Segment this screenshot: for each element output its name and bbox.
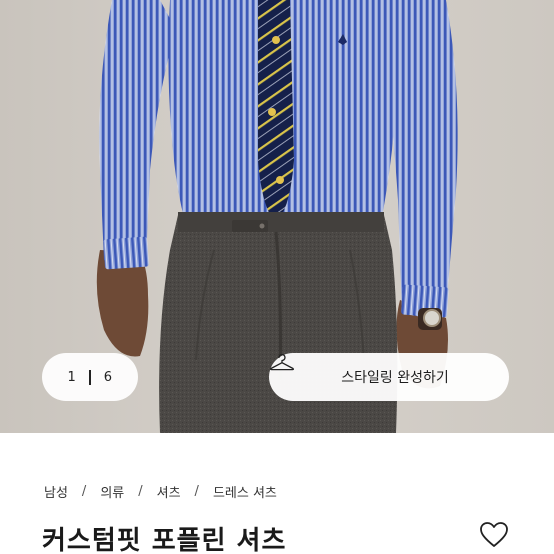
counter-divider — [89, 369, 91, 385]
current-image-number: 1 — [67, 369, 77, 385]
breadcrumb-item-shirts[interactable]: 셔츠 — [157, 482, 181, 501]
heart-outline-icon[interactable] — [477, 518, 511, 550]
breadcrumb-item-men[interactable]: 남성 — [44, 482, 68, 501]
breadcrumb-separator: / — [81, 484, 87, 499]
total-image-number: 6 — [103, 369, 113, 385]
product-page: 1 6 스타일링 완성하기 남성 / 의류 / 셔츠 / 드레스 셔츠 커스텀핏… — [0, 0, 554, 554]
image-counter: 1 6 — [42, 353, 138, 401]
breadcrumb-item-dress-shirts[interactable]: 드레스 셔츠 — [213, 482, 277, 501]
breadcrumb-item-clothing[interactable]: 의류 — [100, 482, 124, 501]
product-image[interactable]: 1 6 스타일링 완성하기 — [0, 0, 554, 433]
product-title: 커스텀핏 포플린 셔츠 — [42, 526, 287, 554]
complete-styling-label: 스타일링 완성하기 — [341, 370, 449, 386]
complete-styling-button[interactable]: 스타일링 완성하기 — [269, 353, 509, 401]
breadcrumb-separator: / — [138, 484, 143, 499]
breadcrumb: 남성 / 의류 / 셔츠 / 드레스 셔츠 — [44, 482, 277, 501]
breadcrumb-separator: / — [194, 484, 199, 499]
